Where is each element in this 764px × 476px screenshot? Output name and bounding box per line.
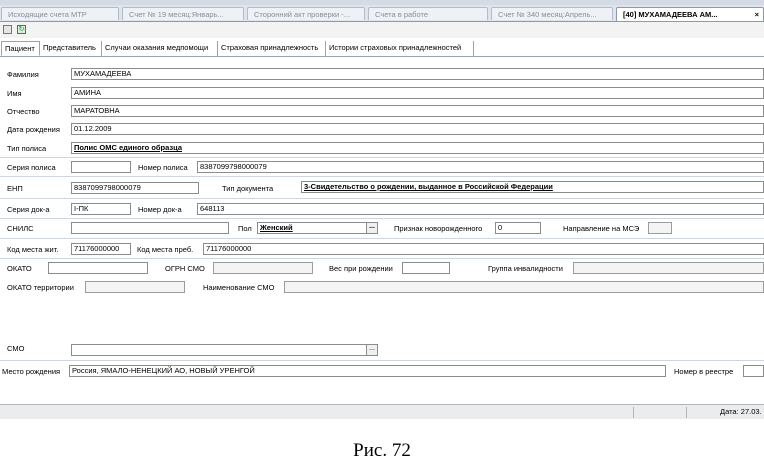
doc-tab-accounts-in-work[interactable]: Счета в работе <box>368 7 488 20</box>
gender-value: Женский <box>260 223 293 232</box>
birthplace-field[interactable]: Россия, ЯМАЛО-НЕНЕЦКИЙ АО, НОВЫЙ УРЕНГОЙ <box>69 365 666 377</box>
patronymic-field[interactable]: МАРАТОВНА <box>71 105 764 117</box>
policy-number-label: Номер полиса <box>138 163 188 172</box>
doc-series-field[interactable]: I-ПК <box>71 203 131 215</box>
tab-label: Страховая принадлежность <box>221 43 319 52</box>
snils-field[interactable] <box>71 222 229 234</box>
doc-tab-outgoing-accounts[interactable]: Исходящие счета МТР <box>1 7 119 20</box>
tab-label: Истории страховых принадлежностей <box>329 43 462 52</box>
divider <box>0 360 764 361</box>
doc-tab-label: Счет № 19 месяц:Январь... <box>129 10 224 19</box>
smo-select-button[interactable]: ... <box>366 345 377 355</box>
smo-name-field[interactable] <box>284 281 764 293</box>
policy-type-label: Тип полиса <box>7 144 47 153</box>
birth-date-field[interactable]: 01.12.2009 <box>71 123 764 135</box>
policy-series-label: Серия полиса <box>7 163 56 172</box>
enp-field[interactable]: 8387099798000079 <box>71 182 199 194</box>
status-bar: Дата: 27.03. <box>0 404 764 419</box>
doc-type-label: Тип документа <box>222 184 274 193</box>
mse-field[interactable] <box>648 222 672 234</box>
first-name-label: Имя <box>7 89 22 98</box>
birth-weight-field[interactable] <box>402 262 450 274</box>
stay-code-label: Код места преб. <box>137 245 194 254</box>
document-tab-bar: Исходящие счета МТР Счет № 19 месяц:Янва… <box>0 5 764 22</box>
doc-type-field[interactable]: 3-Свидетельство о рождении, выданное в Р… <box>301 181 764 193</box>
divider <box>0 218 764 219</box>
registry-number-label: Номер в реестре <box>674 367 734 376</box>
ogrn-label: ОГРН СМО <box>165 264 205 273</box>
enp-label: ЕНП <box>7 184 23 193</box>
sub-tab-bar: Пациент Представитель Случаи оказания ме… <box>0 40 764 57</box>
okato-terr-field[interactable] <box>85 281 185 293</box>
tab-label: Случаи оказания медпомощи <box>105 43 209 52</box>
doc-number-field[interactable]: 648113 <box>197 203 764 215</box>
tab-label: Пациент <box>5 44 35 53</box>
divider <box>0 157 764 158</box>
smo-field[interactable]: ... <box>71 344 378 356</box>
doc-tab-label: Сторонний акт проверки -... <box>254 10 351 19</box>
tab-insurance-history[interactable]: Истории страховых принадлежностей <box>326 41 474 56</box>
tab-care-cases[interactable]: Случаи оказания медпомощи <box>102 41 218 56</box>
first-name-field[interactable]: АМИНА <box>71 87 764 99</box>
last-name-field[interactable]: МУХАМАДЕЕВА <box>71 68 764 80</box>
refresh-icon[interactable]: ↻ <box>17 25 26 34</box>
policy-series-field[interactable] <box>71 161 131 173</box>
status-divider <box>686 407 687 418</box>
smo-label: СМО <box>7 344 25 353</box>
okato-label: ОКАТО <box>7 264 32 273</box>
tab-insurance[interactable]: Страховая принадлежность <box>218 41 326 56</box>
refresh-glyph: ↻ <box>18 26 25 33</box>
divider <box>0 198 764 199</box>
registry-number-field[interactable] <box>743 365 764 377</box>
close-icon[interactable]: × <box>755 8 759 21</box>
ogrn-field[interactable] <box>213 262 313 274</box>
tab-label: Представитель <box>43 43 96 52</box>
divider <box>0 238 764 239</box>
divider <box>0 176 764 177</box>
res-code-field[interactable]: 71176000000 <box>71 243 131 255</box>
last-name-label: Фамилия <box>7 70 39 79</box>
birthplace-label: Место рождения <box>2 367 61 376</box>
doc-tab-account-340[interactable]: Счет № 340 месяц:Апрель... <box>491 7 613 20</box>
okato-terr-label: ОКАТО территории <box>7 283 74 292</box>
doc-tab-account-19[interactable]: Счет № 19 месяц:Январь... <box>122 7 244 20</box>
newborn-label: Признак новорожденного <box>394 224 483 233</box>
gender-label: Пол <box>238 224 252 233</box>
policy-number-field[interactable]: 8387099798000079 <box>197 161 764 173</box>
mse-label: Направление на МСЭ <box>563 224 640 233</box>
toolbar: ↻ <box>0 22 764 38</box>
gender-select-button[interactable]: ... <box>366 223 377 233</box>
status-divider <box>633 407 634 418</box>
patronymic-label: Отчество <box>7 107 40 116</box>
okato-field[interactable] <box>48 262 148 274</box>
doc-tab-label: Счета в работе <box>375 10 429 19</box>
doc-tab-label: [40] МУХАМАДЕЕВА АМ... <box>623 10 718 19</box>
birth-date-label: Дата рождения <box>7 125 60 134</box>
doc-series-label: Серия док-а <box>7 205 50 214</box>
policy-type-field[interactable]: Полис ОМС единого образца <box>71 142 764 154</box>
divider <box>0 258 764 259</box>
snils-label: СНИЛС <box>7 224 34 233</box>
disability-field[interactable] <box>573 262 764 274</box>
doc-tab-patient-active[interactable]: [40] МУХАМАДЕЕВА АМ... × <box>616 7 764 21</box>
tab-representative[interactable]: Представитель <box>40 41 102 56</box>
gender-field[interactable]: Женский ... <box>257 222 378 234</box>
figure-caption: Рис. 72 <box>353 440 411 461</box>
status-date: Дата: 27.03. <box>720 407 762 416</box>
save-icon[interactable] <box>3 25 12 34</box>
newborn-field[interactable]: 0 <box>495 222 541 234</box>
smo-name-label: Наименование СМО <box>203 283 275 292</box>
birth-weight-label: Вес при рождении <box>329 264 393 273</box>
res-code-label: Код места жит. <box>7 245 59 254</box>
tab-patient[interactable]: Пациент <box>1 41 40 56</box>
doc-tab-label: Исходящие счета МТР <box>8 10 87 19</box>
doc-tab-label: Счет № 340 месяц:Апрель... <box>498 10 597 19</box>
stay-code-field[interactable]: 71176000000 <box>203 243 764 255</box>
doc-tab-external-audit[interactable]: Сторонний акт проверки -... <box>247 7 365 20</box>
doc-number-label: Номер док-а <box>138 205 182 214</box>
disability-label: Группа инвалидности <box>488 264 563 273</box>
